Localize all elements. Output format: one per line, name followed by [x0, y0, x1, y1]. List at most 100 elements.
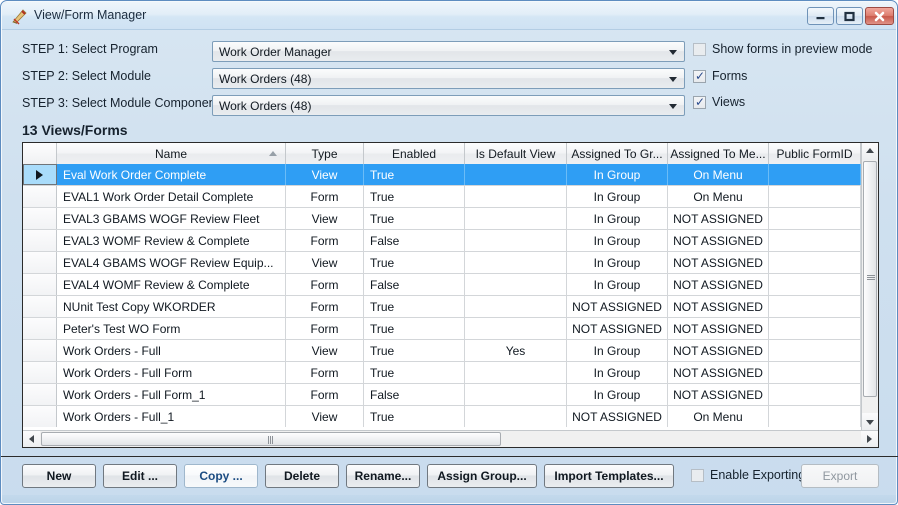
vertical-scroll-thumb[interactable]: [863, 161, 877, 397]
cell-type[interactable]: Form: [286, 318, 364, 339]
row-selector[interactable]: [23, 296, 57, 317]
cell-name[interactable]: Eval Work Order Complete: [57, 164, 286, 185]
cell-enabled[interactable]: True: [364, 186, 465, 207]
row-selector[interactable]: [23, 186, 57, 207]
export-button[interactable]: Export: [801, 464, 879, 488]
cell-public_formid[interactable]: [769, 252, 861, 273]
cell-assigned_to_group[interactable]: In Group: [567, 230, 668, 251]
assign-group-button[interactable]: Assign Group...: [427, 464, 537, 488]
maximize-button[interactable]: [836, 7, 863, 25]
program-select[interactable]: Work Order Manager: [212, 41, 685, 62]
cell-name[interactable]: NUnit Test Copy WKORDER: [57, 296, 286, 317]
cell-enabled[interactable]: False: [364, 274, 465, 295]
row-selector[interactable]: [23, 406, 57, 427]
cell-assigned_to_group[interactable]: In Group: [567, 274, 668, 295]
cell-is_default_view[interactable]: [465, 296, 567, 317]
cell-assigned_to_menu[interactable]: NOT ASSIGNED: [668, 274, 769, 295]
table-row[interactable]: Work Orders - Full Form Form True In Group N…: [23, 362, 878, 384]
table-row[interactable]: Work Orders - Full Form_1 Form False In Gro…: [23, 384, 878, 406]
cell-public_formid[interactable]: [769, 230, 861, 251]
cell-name[interactable]: Peter's Test WO Form: [57, 318, 286, 339]
row-selector[interactable]: [23, 362, 57, 383]
cell-type[interactable]: View: [286, 340, 364, 361]
cell-assigned_to_menu[interactable]: NOT ASSIGNED: [668, 296, 769, 317]
scroll-up-button[interactable]: [862, 143, 878, 160]
cell-assigned_to_group[interactable]: NOT ASSIGNED: [567, 296, 668, 317]
cell-name[interactable]: Work Orders - Full Form_1: [57, 384, 286, 405]
copy-button[interactable]: Copy ...: [184, 464, 258, 488]
cell-name[interactable]: EVAL3 GBAMS WOGF Review Fleet: [57, 208, 286, 229]
cell-assigned_to_menu[interactable]: NOT ASSIGNED: [668, 318, 769, 339]
row-selector[interactable]: [23, 274, 57, 295]
cell-enabled[interactable]: False: [364, 230, 465, 251]
cell-public_formid[interactable]: [769, 274, 861, 295]
cell-public_formid[interactable]: [769, 164, 861, 185]
table-row[interactable]: EVAL4 GBAMS WOGF Review Equip... View True…: [23, 252, 878, 274]
cell-is_default_view[interactable]: [465, 164, 567, 185]
cell-public_formid[interactable]: [769, 318, 861, 339]
cell-enabled[interactable]: True: [364, 164, 465, 185]
table-row[interactable]: Peter's Test WO Form Form True NOT ASSIGNED…: [23, 318, 878, 340]
cell-name[interactable]: Work Orders - Full Form: [57, 362, 286, 383]
cell-public_formid[interactable]: [769, 296, 861, 317]
new-button[interactable]: New: [22, 464, 96, 488]
close-button[interactable]: [865, 7, 894, 25]
cell-is_default_view[interactable]: [465, 318, 567, 339]
cell-enabled[interactable]: True: [364, 208, 465, 229]
row-selector[interactable]: [23, 318, 57, 339]
cell-assigned_to_menu[interactable]: On Menu: [668, 406, 769, 427]
cell-assigned_to_group[interactable]: NOT ASSIGNED: [567, 318, 668, 339]
cell-assigned_to_group[interactable]: In Group: [567, 362, 668, 383]
rename-button[interactable]: Rename...: [346, 464, 420, 488]
cell-name[interactable]: Work Orders - Full_1: [57, 406, 286, 427]
column-header-type[interactable]: Type: [286, 143, 364, 164]
cell-enabled[interactable]: True: [364, 406, 465, 427]
cell-enabled[interactable]: True: [364, 252, 465, 273]
cell-public_formid[interactable]: [769, 384, 861, 405]
cell-public_formid[interactable]: [769, 186, 861, 207]
horizontal-scroll-thumb[interactable]: [41, 432, 501, 446]
cell-name[interactable]: EVAL4 WOMF Review & Complete: [57, 274, 286, 295]
cell-enabled[interactable]: True: [364, 340, 465, 361]
cell-public_formid[interactable]: [769, 362, 861, 383]
cell-assigned_to_menu[interactable]: NOT ASSIGNED: [668, 208, 769, 229]
cell-assigned_to_group[interactable]: In Group: [567, 252, 668, 273]
grid-vertical-scrollbar[interactable]: [861, 143, 878, 430]
cell-assigned_to_group[interactable]: In Group: [567, 186, 668, 207]
cell-type[interactable]: View: [286, 164, 364, 185]
cell-type[interactable]: Form: [286, 274, 364, 295]
column-header-public_formid[interactable]: Public FormID: [769, 143, 861, 164]
cell-enabled[interactable]: True: [364, 318, 465, 339]
column-header-assigned_to_group[interactable]: Assigned To Gr...: [567, 143, 668, 164]
table-row[interactable]: EVAL3 GBAMS WOGF Review Fleet View True In …: [23, 208, 878, 230]
cell-type[interactable]: Form: [286, 362, 364, 383]
cell-is_default_view[interactable]: [465, 252, 567, 273]
row-selector[interactable]: [23, 252, 57, 273]
cell-assigned_to_menu[interactable]: NOT ASSIGNED: [668, 362, 769, 383]
cell-is_default_view[interactable]: [465, 362, 567, 383]
grid-corner-box[interactable]: [23, 143, 57, 164]
table-row[interactable]: NUnit Test Copy WKORDER Form True NOT ASSIG…: [23, 296, 878, 318]
cell-name[interactable]: EVAL1 Work Order Detail Complete: [57, 186, 286, 207]
column-header-is_default_view[interactable]: Is Default View: [465, 143, 567, 164]
cell-is_default_view[interactable]: [465, 208, 567, 229]
table-row[interactable]: Eval Work Order Complete View True In Group…: [23, 164, 878, 186]
cell-type[interactable]: View: [286, 252, 364, 273]
import-templates-button[interactable]: Import Templates...: [544, 464, 674, 488]
row-selector[interactable]: [23, 164, 57, 185]
cell-assigned_to_group[interactable]: NOT ASSIGNED: [567, 406, 668, 427]
cell-enabled[interactable]: False: [364, 384, 465, 405]
cell-is_default_view[interactable]: Yes: [465, 340, 567, 361]
column-header-name[interactable]: Name: [57, 143, 286, 164]
cell-assigned_to_menu[interactable]: On Menu: [668, 164, 769, 185]
cell-type[interactable]: Form: [286, 230, 364, 251]
cell-name[interactable]: Work Orders - Full: [57, 340, 286, 361]
table-row[interactable]: EVAL1 Work Order Detail Complete Form True…: [23, 186, 878, 208]
cell-is_default_view[interactable]: [465, 406, 567, 427]
delete-button[interactable]: Delete: [265, 464, 339, 488]
cell-type[interactable]: View: [286, 406, 364, 427]
cell-type[interactable]: Form: [286, 186, 364, 207]
cell-public_formid[interactable]: [769, 406, 861, 427]
cell-assigned_to_menu[interactable]: On Menu: [668, 186, 769, 207]
cell-type[interactable]: View: [286, 208, 364, 229]
